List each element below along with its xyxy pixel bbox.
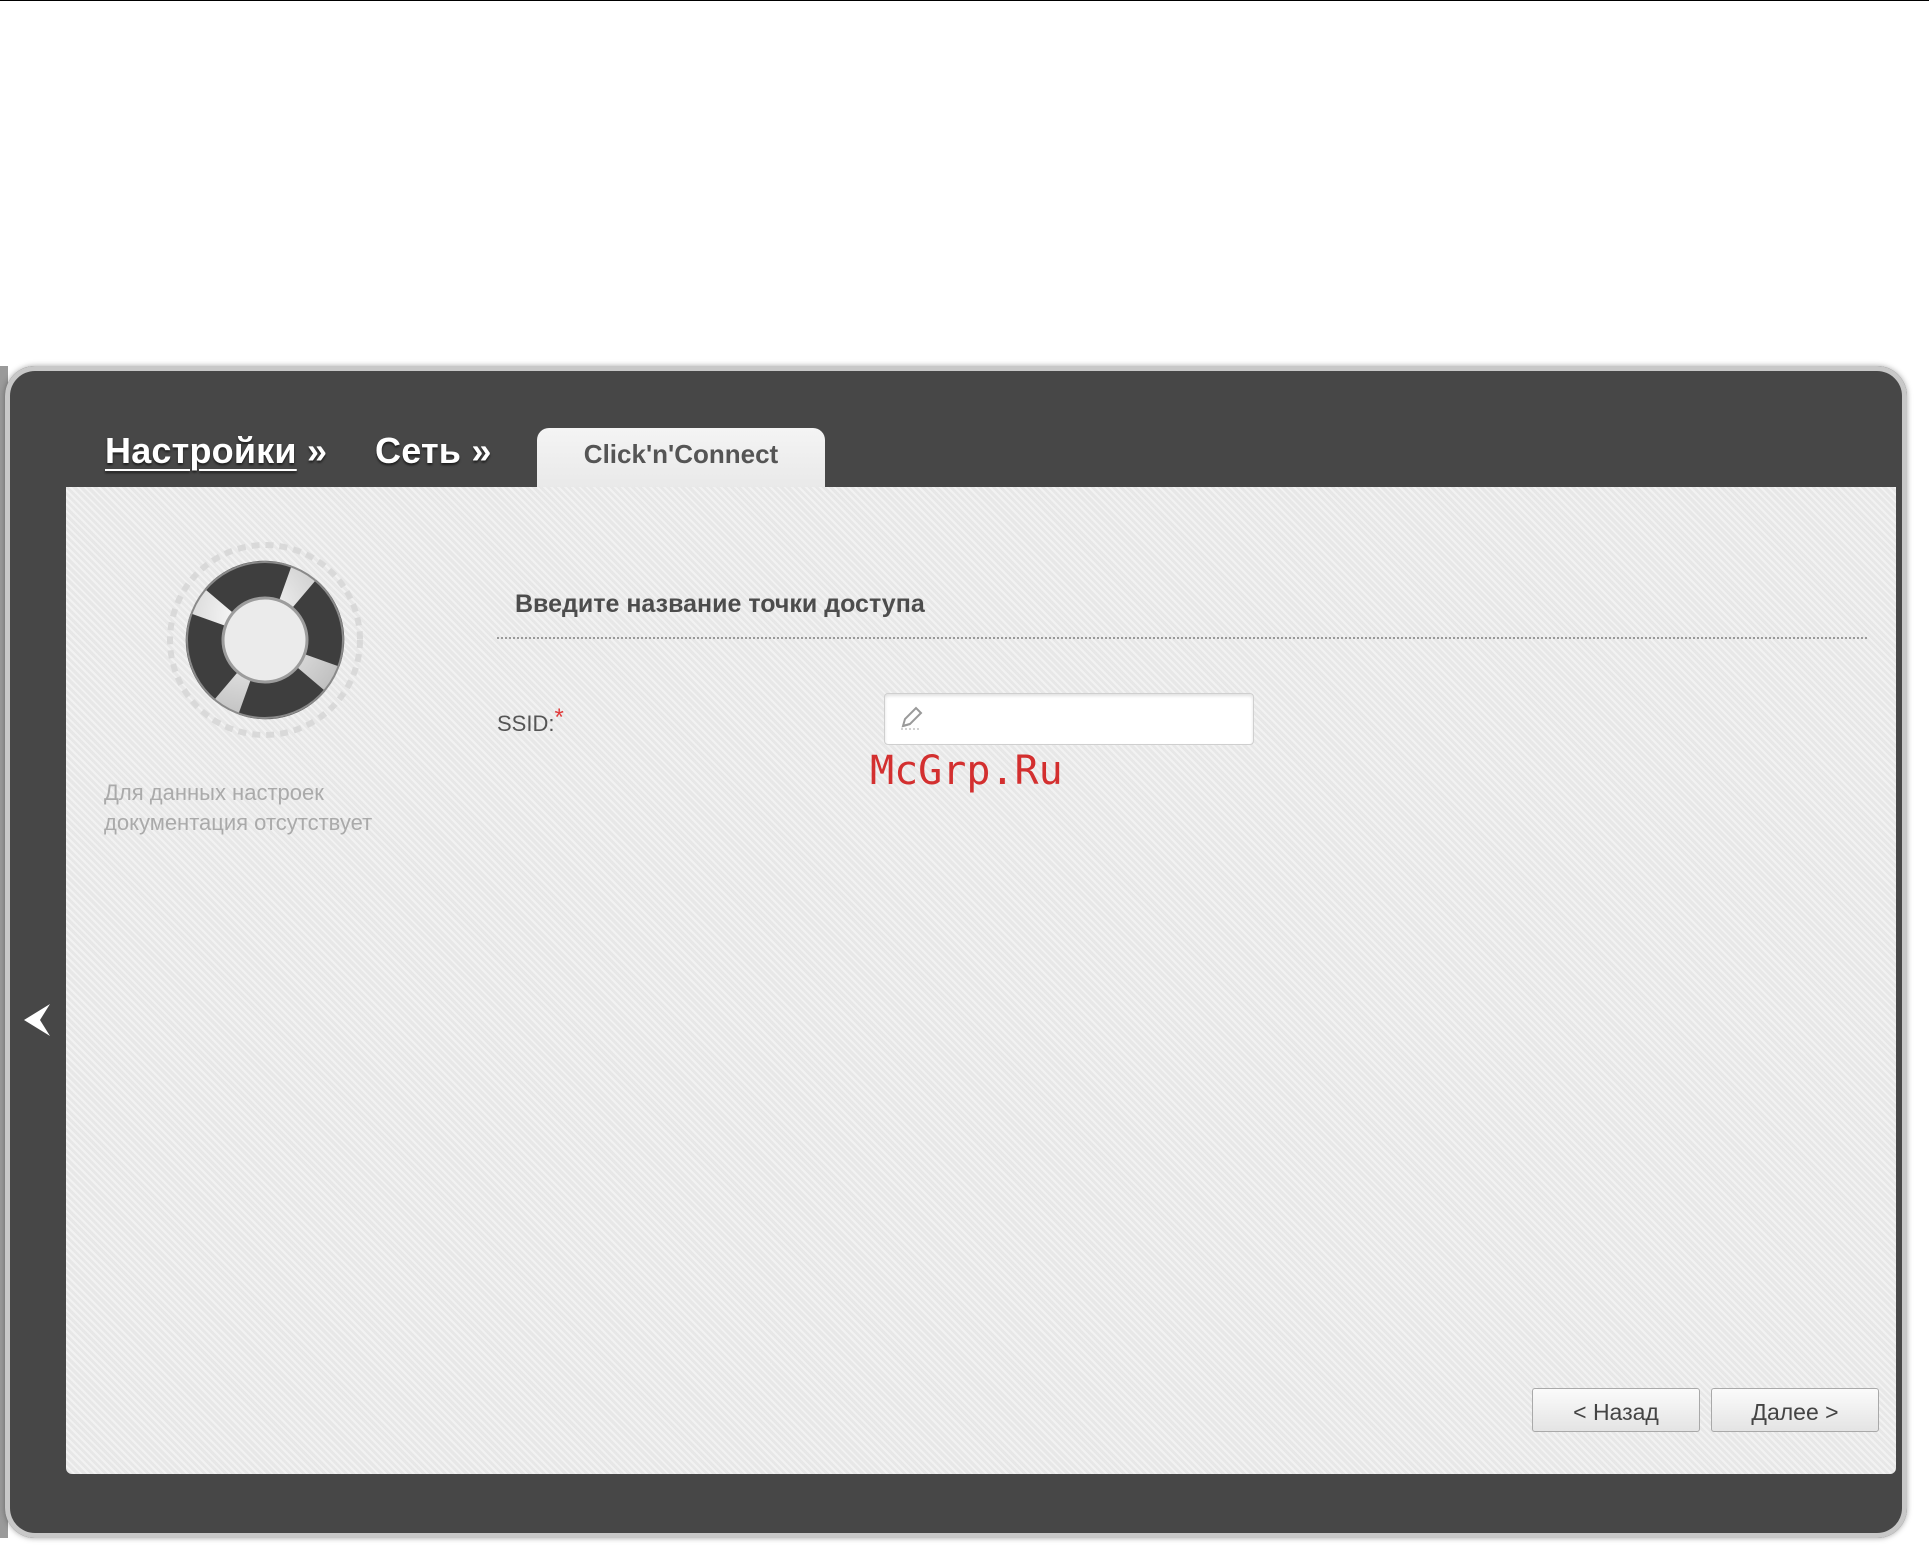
pencil-icon bbox=[901, 706, 923, 730]
back-button[interactable]: < Назад bbox=[1532, 1388, 1700, 1432]
breadcrumb-separator: » bbox=[471, 430, 492, 471]
help-text: Для данных настроек документация отсутст… bbox=[104, 780, 373, 835]
ssid-label-text: SSID: bbox=[497, 711, 555, 736]
breadcrumb-item-settings[interactable]: Настройки » bbox=[105, 430, 327, 472]
breadcrumb-network-label[interactable]: Сеть bbox=[375, 430, 461, 471]
section-title: Введите название точки доступа bbox=[515, 590, 925, 618]
watermark: McGrp.Ru bbox=[870, 748, 1063, 794]
ssid-field[interactable] bbox=[884, 693, 1254, 745]
lifebuoy-icon bbox=[167, 542, 363, 738]
collapse-menu-icon[interactable] bbox=[22, 1002, 52, 1038]
breadcrumb-settings-label[interactable]: Настройки bbox=[105, 430, 297, 471]
tab-click-n-connect[interactable]: Click'n'Connect bbox=[537, 428, 825, 488]
section-divider bbox=[497, 637, 1867, 639]
ssid-input[interactable] bbox=[929, 694, 1243, 744]
breadcrumb-item-network[interactable]: Сеть » bbox=[375, 430, 492, 472]
breadcrumb-separator: » bbox=[306, 430, 328, 471]
next-button[interactable]: Далее > bbox=[1711, 1388, 1879, 1432]
top-rule bbox=[0, 0, 1929, 1]
required-mark: * bbox=[554, 704, 564, 731]
ssid-label: SSID:* bbox=[497, 704, 564, 737]
